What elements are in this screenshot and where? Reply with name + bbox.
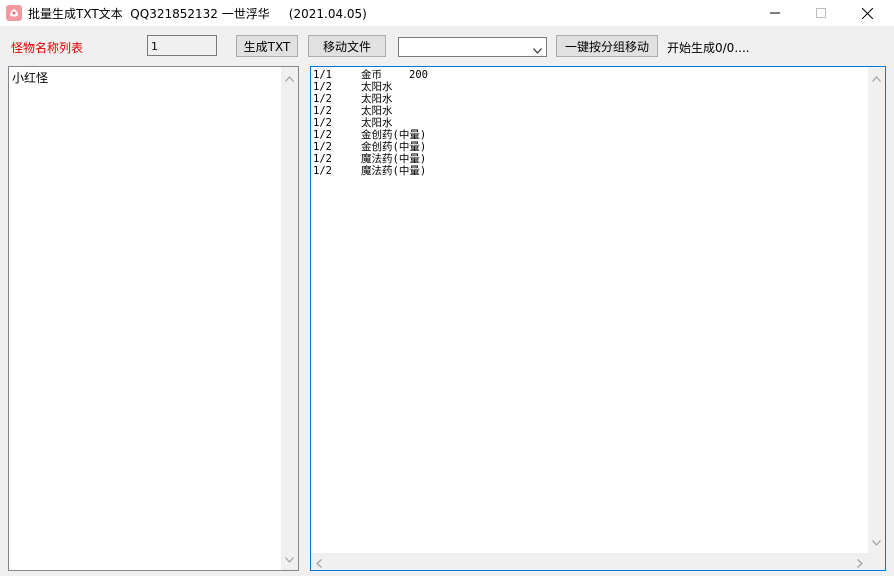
textbox-vscrollbar[interactable]: [868, 67, 885, 553]
monster-list-label: 怪物名称列表: [11, 41, 84, 55]
group-move-button[interactable]: 一键按分组移动: [556, 35, 658, 57]
drop-ratio: 1/2: [313, 165, 332, 177]
drop-ratio: 1/2: [313, 153, 332, 165]
drop-ratio: 1/1: [313, 69, 332, 81]
drop-ratio: 1/2: [313, 93, 332, 105]
drop-item: 魔法药(中量): [361, 165, 427, 177]
drop-item: 太阳水: [361, 81, 393, 93]
output-line: 1/2 金创药(中量): [313, 129, 428, 141]
drop-item: 太阳水: [361, 117, 393, 129]
close-button[interactable]: [844, 0, 890, 26]
scroll-right-icon[interactable]: [857, 557, 863, 571]
output-line: 1/2 太阳水: [313, 105, 428, 117]
drop-ratio: 1/2: [313, 105, 332, 117]
list-item[interactable]: 小红怪: [12, 69, 48, 86]
drop-ratio: 1/2: [313, 141, 332, 153]
drop-item: 魔法药(中量): [361, 153, 427, 165]
status-text: 开始生成0/0....: [667, 41, 750, 55]
drop-item: 金创药(中量): [361, 141, 427, 153]
move-files-button[interactable]: 移动文件: [308, 35, 386, 57]
output-lines: 1/1 金币 200 1/2 太阳水 1/2 太阳水 1/2 太阳水 1/2 太阳水 1/2 金创药(中…: [313, 69, 428, 177]
textbox-hscrollbar[interactable]: [311, 553, 868, 570]
output-line: 1/2 太阳水: [313, 93, 428, 105]
scroll-up-icon[interactable]: [872, 71, 881, 85]
drop-item: 太阳水: [361, 93, 393, 105]
output-line: 1/1 金币 200: [313, 69, 428, 81]
number-input[interactable]: 1: [147, 35, 217, 56]
minimize-button[interactable]: [752, 0, 798, 26]
drop-quantity: 200: [409, 69, 428, 81]
scroll-up-icon[interactable]: [285, 71, 294, 85]
drop-item: 太阳水: [361, 105, 393, 117]
scroll-down-icon[interactable]: [285, 552, 294, 566]
drop-item: 金创药(中量): [361, 129, 427, 141]
scrollbar-corner: [868, 553, 885, 570]
app-icon: [6, 5, 22, 21]
output-textbox[interactable]: 1/1 金币 200 1/2 太阳水 1/2 太阳水 1/2 太阳水 1/2 太阳水 1/2 金创药(中…: [310, 66, 886, 571]
monster-listbox[interactable]: 小红怪: [8, 66, 299, 571]
output-line: 1/2 金创药(中量): [313, 141, 428, 153]
output-line: 1/2 太阳水: [313, 81, 428, 93]
output-line: 1/2 太阳水: [313, 117, 428, 129]
drop-ratio: 1/2: [313, 129, 332, 141]
output-line: 1/2 魔法药(中量): [313, 165, 428, 177]
window-title: 批量生成TXT文本 QQ321852132 一世浮华 (2021.04.05): [28, 7, 367, 21]
drop-ratio: 1/2: [313, 117, 332, 129]
group-select[interactable]: [398, 37, 547, 57]
chevron-down-icon: [533, 43, 542, 57]
listbox-scrollbar[interactable]: [281, 67, 298, 570]
drop-item: 金币: [361, 69, 382, 81]
scroll-down-icon[interactable]: [872, 535, 881, 549]
scroll-left-icon[interactable]: [316, 557, 322, 571]
generate-txt-button[interactable]: 生成TXT: [236, 35, 298, 57]
drop-ratio: 1/2: [313, 81, 332, 93]
maximize-button: [798, 0, 844, 26]
title-bar: 批量生成TXT文本 QQ321852132 一世浮华 (2021.04.05): [0, 0, 894, 26]
output-line: 1/2 魔法药(中量): [313, 153, 428, 165]
